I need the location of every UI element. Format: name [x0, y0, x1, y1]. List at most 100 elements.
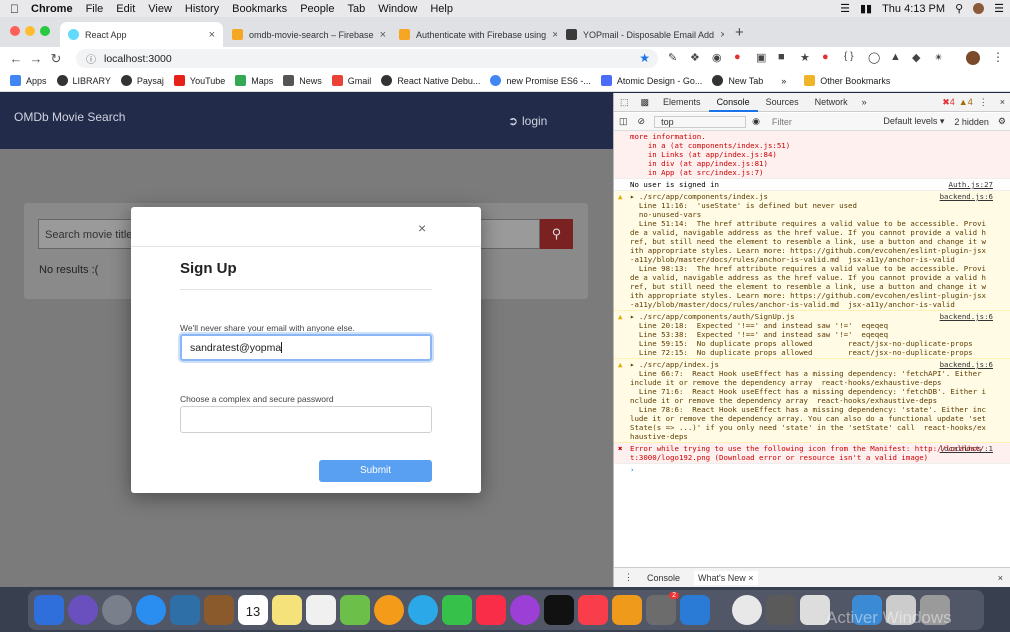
bookmarks-overflow-icon[interactable]: » — [781, 76, 786, 86]
bookmark-paysaj[interactable]: Paysaj — [120, 75, 164, 86]
log-levels-dropdown[interactable]: Default levels ▾ — [877, 116, 950, 127]
more-vert-icon[interactable]: ⋮ — [973, 97, 994, 108]
search-button[interactable]: ⚲ — [540, 219, 573, 249]
close-icon[interactable]: × — [552, 29, 557, 41]
menu-window[interactable]: Window — [378, 3, 417, 15]
console-message[interactable]: ▲ ▸ ./src/app/components/index.js Line 11… — [614, 191, 1010, 311]
extension-eyedropper-icon[interactable]: ✎ — [668, 51, 677, 64]
reload-icon[interactable]: ↻ — [46, 51, 66, 67]
console-prompt[interactable]: › — [614, 464, 1010, 475]
console-message[interactable]: ▲ ▸ ./src/app/components/auth/SignUp.js L… — [614, 311, 1010, 359]
apple-tv-icon[interactable] — [544, 595, 574, 625]
menu-bookmarks[interactable]: Bookmarks — [232, 3, 287, 15]
clear-console-icon[interactable]: ⊘ — [633, 116, 651, 127]
notes-icon[interactable] — [272, 595, 302, 625]
extension-icon[interactable]: ● — [822, 51, 829, 63]
reminders-icon[interactable] — [306, 595, 336, 625]
menu-tab[interactable]: Tab — [347, 3, 365, 15]
tab-yopmail[interactable]: YOPmail - Disposable Email Add × — [558, 22, 724, 47]
filter-input[interactable]: Filter — [766, 117, 852, 127]
tab-firebase-auth[interactable]: Authenticate with Firebase using × — [391, 22, 557, 47]
source-link[interactable]: backend.js:6 — [940, 192, 993, 201]
bookmark-new-promise[interactable]: new Promise ES6 -... — [490, 75, 591, 86]
bookmark-news[interactable]: News — [283, 75, 322, 86]
info-icon[interactable]: ⓘ — [86, 51, 96, 66]
app-icon[interactable] — [766, 595, 796, 625]
podcasts-icon[interactable] — [510, 595, 540, 625]
source-link[interactable]: backend.js:6 — [940, 360, 993, 369]
close-modal-button[interactable]: × — [418, 220, 426, 236]
menu-help[interactable]: Help — [430, 3, 453, 15]
tab-network[interactable]: Network — [807, 93, 856, 112]
close-icon[interactable]: × — [994, 97, 1010, 107]
console-message[interactable]: ▲ ▸ ./src/app/index.js Line 66:7: React H… — [614, 359, 1010, 443]
tab-react-app[interactable]: React App × — [60, 22, 223, 47]
extension-icon[interactable]: ▣ — [756, 51, 766, 64]
bookmark-react-native-debugger[interactable]: React Native Debu... — [381, 75, 480, 86]
submit-button[interactable]: Submit — [319, 460, 432, 482]
extension-icon[interactable]: ■ — [778, 51, 785, 63]
minimize-window-button[interactable] — [25, 26, 35, 36]
finder-icon[interactable] — [34, 595, 64, 625]
inspect-element-icon[interactable]: ⬚ — [614, 97, 635, 108]
messages-icon[interactable] — [408, 595, 438, 625]
battery-icon[interactable]: ▮▮ — [860, 2, 872, 15]
photos-icon[interactable] — [374, 595, 404, 625]
menu-list-icon[interactable]: ☰ — [994, 2, 1004, 15]
menubar-clock[interactable]: Thu 4:13 PM — [882, 3, 945, 15]
extension-icon[interactable]: ❖ — [690, 51, 700, 64]
app-brand[interactable]: OMDb Movie Search — [14, 110, 125, 124]
drawer-tab-console[interactable]: Console — [647, 573, 680, 583]
console-sidebar-icon[interactable]: ◫ — [614, 116, 633, 127]
error-count-badge[interactable]: ✖4 — [942, 97, 955, 108]
music-icon[interactable] — [476, 595, 506, 625]
sign-in-icon[interactable]: ➲ — [508, 114, 518, 128]
login-link[interactable]: login — [522, 114, 547, 128]
menu-people[interactable]: People — [300, 3, 334, 15]
vscode-icon[interactable] — [680, 595, 710, 625]
extension-icon[interactable]: { } — [844, 51, 853, 62]
email-field[interactable]: sandratest@yopma — [180, 334, 432, 361]
profile-avatar[interactable] — [966, 51, 980, 65]
star-icon[interactable]: ★ — [639, 51, 650, 65]
launchpad-icon[interactable] — [102, 595, 132, 625]
drawer-menu-icon[interactable]: ⋮ — [624, 572, 633, 583]
forward-icon[interactable]: → — [26, 51, 46, 66]
calendar-icon[interactable]: 13 — [238, 595, 268, 625]
context-selector[interactable]: top — [654, 115, 747, 128]
new-tab-button[interactable]: + — [735, 24, 744, 41]
bookmark-youtube[interactable]: YouTube — [173, 75, 225, 86]
extension-icon[interactable]: ◆ — [912, 51, 920, 64]
source-link[interactable]: Auth.js:27 — [949, 180, 994, 189]
close-icon[interactable]: × — [748, 573, 753, 583]
chrome-icon[interactable] — [732, 595, 762, 625]
tab-firebase-console[interactable]: omdb-movie-search – Firebase × — [224, 22, 390, 47]
bookmark-maps[interactable]: Maps — [235, 75, 273, 86]
more-vert-icon[interactable]: ⋮ — [992, 50, 1004, 64]
maps-icon[interactable] — [340, 595, 370, 625]
bookmark-library[interactable]: LIBRARY — [56, 75, 111, 86]
bookmark-gmail[interactable]: Gmail — [331, 75, 371, 86]
bookmark-atomic-design[interactable]: Atomic Design - Go... — [600, 75, 702, 86]
bookmark-other-bookmarks[interactable]: Other Bookmarks — [804, 75, 890, 86]
books-icon[interactable] — [612, 595, 642, 625]
menu-edit[interactable]: Edit — [116, 3, 135, 15]
address-bar[interactable]: ⓘ localhost:3000 ★ — [76, 49, 658, 68]
more-tabs-icon[interactable]: » — [856, 97, 873, 107]
preview-icon[interactable] — [170, 595, 200, 625]
user-avatar-icon[interactable] — [973, 3, 985, 14]
tab-elements[interactable]: Elements — [655, 93, 709, 112]
close-icon[interactable]: × — [209, 29, 215, 41]
close-icon[interactable]: × — [720, 29, 724, 41]
apple-icon[interactable]:  — [10, 2, 19, 16]
device-toolbar-icon[interactable]: ▩ — [635, 97, 656, 108]
extension-icon[interactable]: ★ — [800, 51, 810, 64]
eye-icon[interactable]: ◉ — [746, 116, 766, 127]
safari-icon[interactable] — [136, 595, 166, 625]
menu-view[interactable]: View — [148, 3, 172, 15]
siri-icon[interactable] — [68, 595, 98, 625]
source-link[interactable]: backend.js:6 — [940, 312, 993, 321]
menu-app-name[interactable]: Chrome — [31, 3, 73, 15]
extension-icon[interactable]: ✴ — [934, 51, 943, 64]
bookmark-apps[interactable]: Apps — [10, 75, 47, 86]
